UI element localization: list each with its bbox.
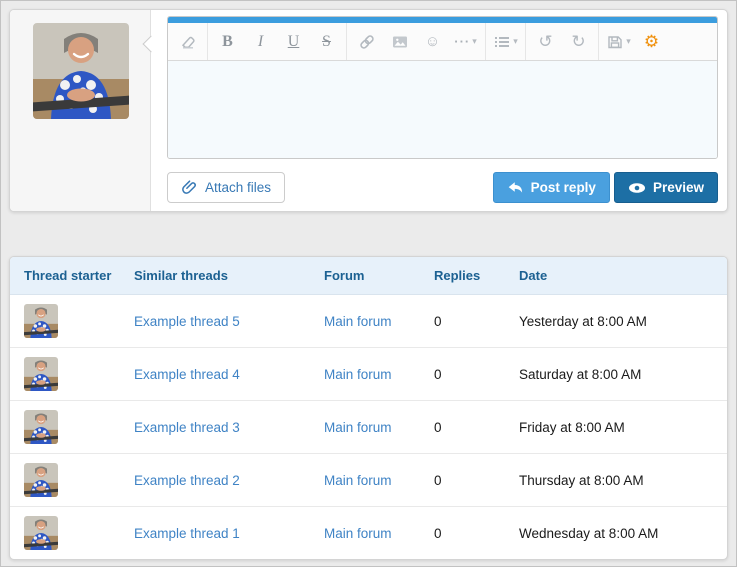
thread-starter-avatar[interactable]	[24, 516, 58, 550]
table-header-row: Thread starter Similar threads Forum Rep…	[10, 257, 727, 295]
quick-reply-panel: B I U S	[9, 9, 728, 212]
thread-link[interactable]: Example thread 4	[134, 367, 240, 382]
save-draft-button[interactable]: ▾	[602, 23, 635, 60]
redo-button[interactable]: ↻	[562, 23, 595, 60]
message-user-block	[10, 10, 151, 211]
replies-count: 0	[420, 401, 505, 454]
link-icon	[358, 33, 376, 51]
forum-link[interactable]: Main forum	[324, 526, 392, 541]
replies-count: 0	[420, 507, 505, 560]
thread-link[interactable]: Example thread 2	[134, 473, 240, 488]
underline-icon: U	[288, 33, 300, 51]
forum-link[interactable]: Main forum	[324, 420, 392, 435]
message-textarea[interactable]	[168, 61, 717, 158]
editor-settings-button[interactable]: ⚙	[635, 23, 668, 60]
more-options-icon: ···	[454, 34, 470, 49]
preview-button[interactable]: Preview	[614, 172, 718, 203]
thread-date: Saturday at 8:00 AM	[505, 348, 727, 401]
insert-smiley-button[interactable]: ☺	[416, 23, 449, 60]
replies-count: 0	[420, 454, 505, 507]
insert-image-button[interactable]	[383, 23, 416, 60]
table-row: Example thread 4 Main forum 0 Saturday a…	[10, 348, 727, 401]
eraser-icon	[179, 33, 197, 51]
col-thread-starter: Thread starter	[10, 257, 120, 295]
underline-button[interactable]: U	[277, 23, 310, 60]
list-button[interactable]: ▾	[489, 23, 522, 60]
rich-text-editor: B I U S	[167, 16, 718, 159]
thread-link[interactable]: Example thread 5	[134, 314, 240, 329]
undo-button[interactable]: ↺	[529, 23, 562, 60]
attach-files-button[interactable]: Attach files	[167, 172, 285, 203]
thread-link[interactable]: Example thread 1	[134, 526, 240, 541]
table-row: Example thread 1 Main forum 0 Wednesday …	[10, 507, 727, 560]
remove-format-button[interactable]	[171, 23, 204, 60]
chevron-down-icon: ▾	[626, 36, 631, 47]
strikethrough-icon: S	[322, 33, 331, 51]
reply-actions-row: Attach files Post reply Preview	[167, 172, 718, 203]
smiley-icon: ☺	[425, 33, 440, 50]
col-similar-threads: Similar threads	[120, 257, 310, 295]
list-icon	[493, 33, 511, 51]
italic-button[interactable]: I	[244, 23, 277, 60]
col-replies: Replies	[420, 257, 505, 295]
similar-threads-panel: Thread starter Similar threads Forum Rep…	[9, 256, 728, 560]
col-date: Date	[505, 257, 727, 295]
chevron-down-icon: ▾	[513, 36, 518, 47]
gear-icon: ⚙	[644, 32, 659, 52]
table-row: Example thread 2 Main forum 0 Thursday a…	[10, 454, 727, 507]
floppy-disk-icon	[606, 33, 624, 51]
bold-button[interactable]: B	[211, 23, 244, 60]
thread-date: Thursday at 8:00 AM	[505, 454, 727, 507]
replies-count: 0	[420, 348, 505, 401]
post-reply-label: Post reply	[531, 180, 596, 195]
insert-link-button[interactable]	[350, 23, 383, 60]
forum-link[interactable]: Main forum	[324, 473, 392, 488]
forum-link[interactable]: Main forum	[324, 314, 392, 329]
replies-count: 0	[420, 295, 505, 348]
thread-date: Friday at 8:00 AM	[505, 401, 727, 454]
reply-arrow-icon	[507, 179, 524, 196]
undo-icon: ↺	[538, 32, 552, 52]
post-reply-button[interactable]: Post reply	[493, 172, 610, 203]
thread-starter-avatar[interactable]	[24, 357, 58, 391]
italic-icon: I	[258, 33, 263, 51]
user-avatar[interactable]	[33, 23, 129, 119]
redo-icon: ↻	[571, 32, 585, 52]
image-icon	[391, 33, 409, 51]
thread-date: Yesterday at 8:00 AM	[505, 295, 727, 348]
thread-date: Wednesday at 8:00 AM	[505, 507, 727, 560]
bold-icon: B	[222, 33, 233, 51]
table-row: Example thread 3 Main forum 0 Friday at …	[10, 401, 727, 454]
editor-toolbar: B I U S	[168, 23, 717, 61]
thread-starter-avatar[interactable]	[24, 410, 58, 444]
more-options-button[interactable]: ··· ▾	[449, 23, 482, 60]
chevron-down-icon: ▾	[472, 36, 477, 47]
paperclip-icon	[181, 179, 198, 196]
thread-starter-avatar[interactable]	[24, 304, 58, 338]
attach-files-label: Attach files	[205, 180, 271, 195]
message-content-block: B I U S	[151, 10, 727, 211]
col-forum: Forum	[310, 257, 420, 295]
thread-link[interactable]: Example thread 3	[134, 420, 240, 435]
forum-link[interactable]: Main forum	[324, 367, 392, 382]
similar-threads-table: Thread starter Similar threads Forum Rep…	[10, 257, 727, 559]
preview-label: Preview	[653, 180, 704, 195]
strikethrough-button[interactable]: S	[310, 23, 343, 60]
eye-icon	[628, 181, 646, 195]
table-row: Example thread 5 Main forum 0 Yesterday …	[10, 295, 727, 348]
thread-starter-avatar[interactable]	[24, 463, 58, 497]
